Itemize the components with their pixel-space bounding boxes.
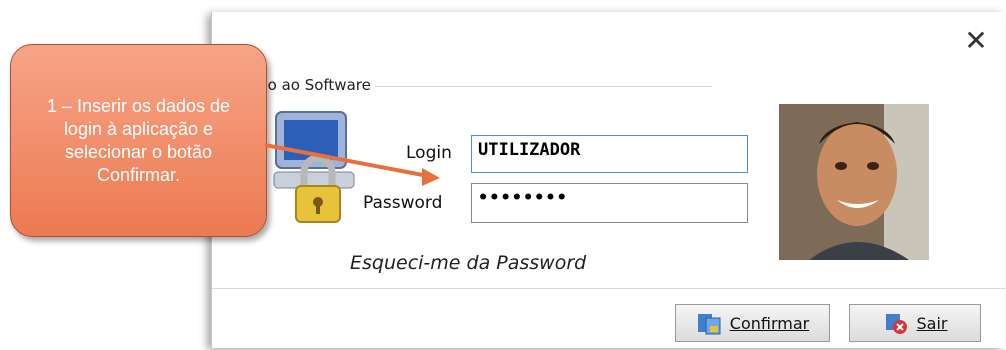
group-title: sso ao Software	[250, 76, 375, 94]
callout-text: 1 – Inserir os dados de login à aplicaçã…	[46, 95, 231, 185]
computer-lock-icon	[273, 111, 355, 223]
user-photo	[779, 104, 929, 260]
exit-button[interactable]: Sair	[849, 304, 981, 342]
confirm-icon	[697, 314, 721, 335]
login-label: Login	[406, 143, 452, 163]
avatar-image	[779, 104, 929, 260]
login-input[interactable]: UTILIZADOR	[471, 135, 748, 173]
confirm-button[interactable]: Confirmar	[675, 304, 830, 342]
instruction-callout: 1 – Inserir os dados de login à aplicaçã…	[10, 44, 267, 237]
exit-icon	[885, 314, 907, 334]
password-label: Password	[363, 193, 443, 213]
confirm-label: Confirmar	[729, 313, 810, 333]
footer-divider	[212, 288, 1005, 289]
exit-label: Sair	[916, 313, 948, 333]
forgot-password-link[interactable]: Esqueci-me da Password	[350, 252, 586, 274]
close-icon[interactable]: ✕	[961, 26, 991, 56]
login-dialog: ✕ sso ao Software Login UTILIZADOR Passw…	[211, 12, 1005, 348]
password-input[interactable]: ••••••••	[471, 183, 748, 223]
